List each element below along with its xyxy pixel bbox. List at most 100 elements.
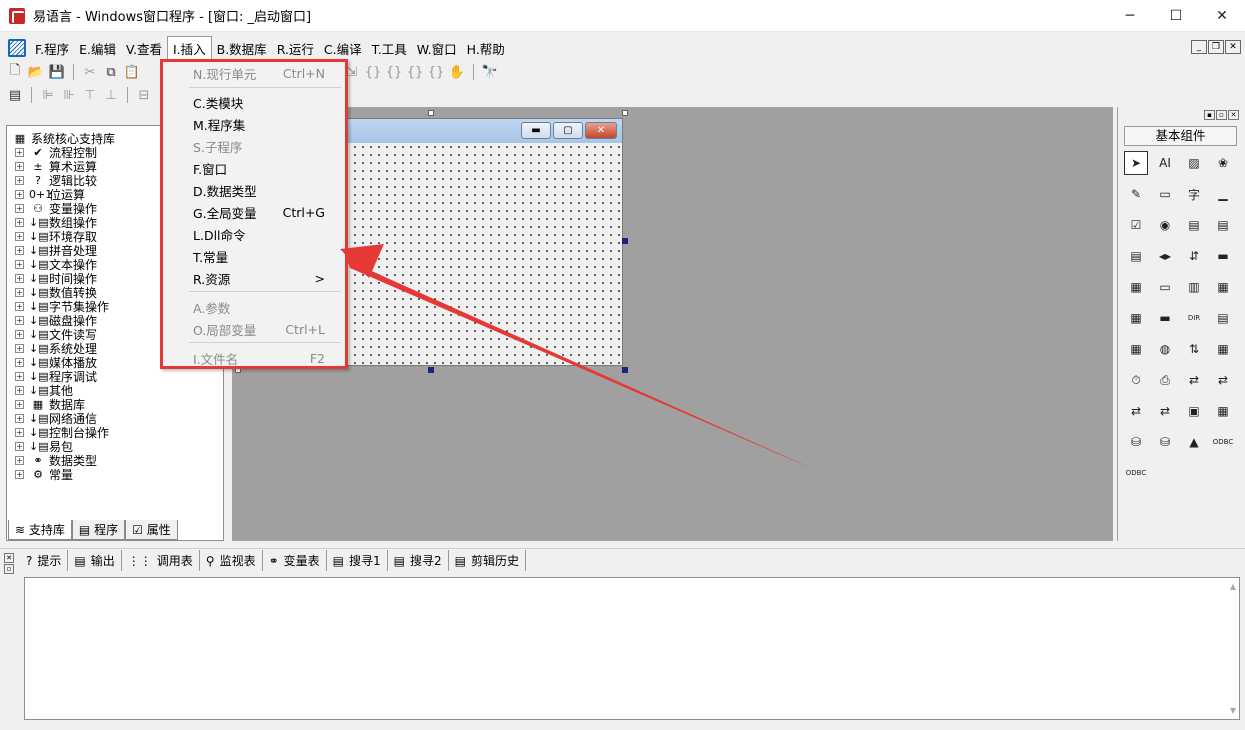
component-web-icon[interactable]: ◍	[1153, 337, 1177, 361]
tree-item[interactable]: + ⚭ 数据类型	[15, 453, 223, 468]
component-db-1-icon[interactable]: ⛁	[1124, 430, 1148, 454]
tree-item[interactable]: + ↓▤ 易包	[15, 439, 223, 454]
component-chart-icon[interactable]: ▲	[1182, 430, 1206, 454]
tab-support-library[interactable]: ≋ 支持库	[8, 520, 72, 540]
component-port-icon[interactable]: ⇄	[1124, 399, 1148, 423]
component-table-icon[interactable]: ▤	[1124, 244, 1148, 268]
insert-menu-item[interactable]: S.子程序	[163, 135, 345, 157]
expand-icon[interactable]: +	[15, 315, 24, 325]
component-timer-icon[interactable]: ⏱	[1124, 368, 1148, 392]
expand-icon[interactable]: +	[15, 329, 24, 339]
tab-properties[interactable]: ☑ 属性	[125, 520, 178, 540]
insert-menu-item[interactable]: N.现行单元 Ctrl+N	[163, 62, 345, 84]
component-text-icon[interactable]: 字	[1182, 182, 1206, 206]
scroll-down-arrow-icon[interactable]: ▼	[1230, 706, 1236, 715]
new-file-icon[interactable]: 🗋	[6, 63, 24, 81]
mdi-restore-button[interactable]: ❐	[1208, 40, 1224, 54]
insert-menu-item[interactable]: O.局部变量 Ctrl+L	[163, 318, 345, 340]
expand-icon[interactable]: +	[15, 371, 24, 381]
resize-handle-top[interactable]	[428, 110, 434, 116]
expand-icon[interactable]: +	[15, 427, 24, 437]
insert-menu-item[interactable]: T.常量	[163, 245, 345, 267]
component-pointer-icon[interactable]: ➤	[1124, 151, 1148, 175]
tree-item[interactable]: + ⚙ 常量	[15, 467, 223, 482]
component-server-icon[interactable]: ⇄	[1211, 368, 1235, 392]
menu-run[interactable]: R.运行	[272, 37, 319, 60]
insert-menu-item[interactable]: I.文件名 F2	[163, 347, 345, 369]
run-to-icon[interactable]: {}	[427, 63, 445, 81]
output-tab[interactable]: ? 提示	[20, 550, 69, 571]
expand-icon[interactable]: +	[15, 273, 24, 283]
component-calendar-icon[interactable]: ▦	[1124, 275, 1148, 299]
output-text-area[interactable]: ▲ ▼	[24, 577, 1240, 720]
output-tab[interactable]: ▤ 搜寻2	[388, 550, 449, 571]
minimize-button[interactable]: ─	[1107, 0, 1153, 32]
expand-icon[interactable]: +	[15, 203, 24, 213]
component-frame-icon[interactable]: ▭	[1153, 182, 1177, 206]
panel-close-icon[interactable]: ✕	[1228, 110, 1239, 120]
component-tree-icon[interactable]: ▥	[1182, 275, 1206, 299]
expand-icon[interactable]: +	[15, 455, 24, 465]
component-odbc-2-icon[interactable]: ODBC	[1124, 461, 1148, 485]
component-list-icon[interactable]: ▤	[1182, 213, 1206, 237]
component-container-icon[interactable]: ▣	[1182, 399, 1206, 423]
output-panel-close-icon[interactable]: ✕	[4, 553, 14, 563]
insert-menu-item[interactable]: C.类模块	[163, 91, 345, 113]
component-drive-icon[interactable]: ▦	[1124, 337, 1148, 361]
menu-file[interactable]: F.程序	[30, 37, 74, 60]
expand-icon[interactable]: +	[15, 357, 24, 367]
component-menu-icon[interactable]: ▦	[1124, 306, 1148, 330]
resize-handle-bottom[interactable]	[428, 367, 434, 373]
component-grid-icon[interactable]: ▤	[1211, 213, 1235, 237]
step-over-icon[interactable]: {}	[385, 63, 403, 81]
resize-handle-bottom-right[interactable]	[622, 367, 628, 373]
tree-item[interactable]: + ▦ 数据库	[15, 397, 223, 412]
expand-icon[interactable]: +	[15, 413, 24, 423]
expand-icon[interactable]: +	[15, 399, 24, 409]
expand-icon[interactable]: +	[15, 343, 24, 353]
component-checkbox-icon[interactable]: ☑	[1124, 213, 1148, 237]
component-odbc-1-icon[interactable]: ODBC	[1211, 430, 1235, 454]
component-split-icon[interactable]: ▦	[1211, 399, 1235, 423]
expand-icon[interactable]: +	[15, 245, 24, 255]
component-hub-icon[interactable]: ⇄	[1153, 399, 1177, 423]
align-top-icon[interactable]: ⊤	[81, 86, 99, 104]
output-tab[interactable]: ▤ 输出	[68, 550, 122, 571]
step-out-icon[interactable]: {}	[406, 63, 424, 81]
insert-menu-item[interactable]: L.Dll命令	[163, 223, 345, 245]
tree-item[interactable]: + ↓▤ 控制台操作	[15, 425, 223, 440]
align-right-icon[interactable]: ⊪	[60, 86, 78, 104]
component-radio-icon[interactable]: ◉	[1153, 213, 1177, 237]
copy-icon[interactable]: ⧉	[102, 63, 120, 81]
insert-menu-item[interactable]: A.参数	[163, 296, 345, 318]
menu-edit[interactable]: E.编辑	[74, 37, 121, 60]
basic-components-header[interactable]: 基本组件	[1124, 126, 1237, 146]
insert-menu-item[interactable]: G.全局变量 Ctrl+G	[163, 201, 345, 223]
expand-icon[interactable]: +	[15, 189, 24, 199]
mdi-close-button[interactable]: ✕	[1225, 40, 1241, 54]
insert-menu-item[interactable]: D.数据类型	[163, 179, 345, 201]
component-client-icon[interactable]: ⇄	[1182, 368, 1206, 392]
menu-compile[interactable]: C.编译	[319, 37, 367, 60]
step-into-icon[interactable]: {}	[364, 63, 382, 81]
expand-icon[interactable]: +	[15, 301, 24, 311]
tree-item[interactable]: + ↓▤ 程序调试	[15, 369, 223, 384]
insert-menu-item[interactable]: R.资源 >	[163, 267, 345, 289]
menu-view[interactable]: V.查看	[121, 37, 167, 60]
expand-icon[interactable]: +	[15, 287, 24, 297]
panel-restore-icon[interactable]: ▫	[1216, 110, 1227, 120]
component-bar-icon[interactable]: ▬	[1153, 306, 1177, 330]
find-icon[interactable]: 🔭	[481, 63, 499, 81]
expand-icon[interactable]: +	[15, 469, 24, 479]
output-tab[interactable]: ⋮⋮ 调用表	[122, 550, 200, 571]
component-updown-icon[interactable]: ⇵	[1182, 244, 1206, 268]
mdi-minimize-button[interactable]: _	[1191, 40, 1207, 54]
align-bottom-icon[interactable]: ⊥	[102, 86, 120, 104]
tree-item[interactable]: + ↓▤ 网络通信	[15, 411, 223, 426]
menu-database[interactable]: B.数据库	[212, 37, 272, 60]
tab-program[interactable]: ▤ 程序	[71, 520, 126, 540]
expand-icon[interactable]: +	[15, 175, 24, 185]
component-sort-icon[interactable]: ⇅	[1182, 337, 1206, 361]
component-db-2-icon[interactable]: ⛁	[1153, 430, 1177, 454]
align-left-icon[interactable]: ⊫	[39, 86, 57, 104]
